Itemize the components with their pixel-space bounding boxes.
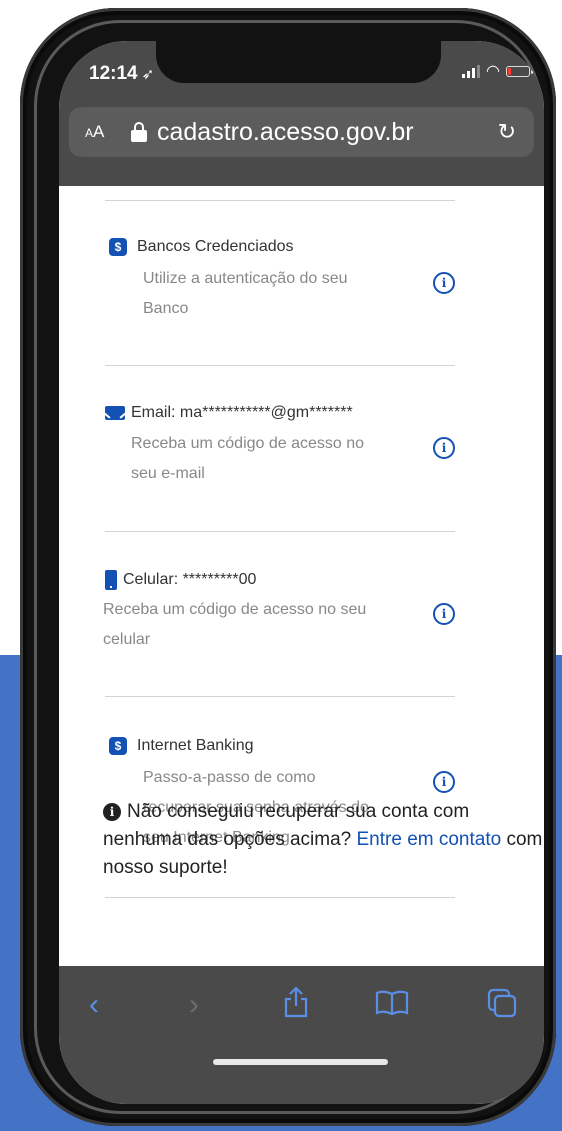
phone-icon — [105, 570, 117, 590]
battery-icon — [506, 66, 533, 77]
location-arrow-icon: ➶ — [141, 66, 155, 83]
tabs-icon[interactable] — [487, 988, 517, 1026]
option-celular[interactable]: Celular: *********00 — [105, 570, 256, 590]
signal-icon — [462, 65, 481, 78]
status-icons: ◠ — [462, 63, 533, 80]
status-time: 12:14 ➶ — [89, 63, 155, 84]
text-size-button[interactable]: AA — [85, 122, 131, 142]
option-email[interactable]: Email: ma***********@gm******* — [105, 404, 353, 422]
option-description: Receba um código de acesso no seu e-mail — [131, 435, 365, 482]
url-text[interactable]: cadastro.acesso.gov.br — [157, 118, 498, 147]
chevron-right-icon[interactable]: › — [189, 988, 199, 1022]
book-icon[interactable] — [375, 990, 409, 1024]
bank-icon: $ — [109, 737, 127, 755]
option-title: Bancos Credenciados — [137, 238, 294, 255]
home-indicator[interactable] — [213, 1059, 388, 1065]
bank-icon: $ — [109, 238, 127, 256]
option-internet-banking[interactable]: $ Internet Banking — [109, 737, 254, 755]
option-description: Utilize a autenticação do seu Banco — [143, 270, 348, 317]
wifi-icon: ◠ — [486, 63, 500, 80]
info-icon[interactable]: i — [433, 771, 455, 793]
divider — [105, 696, 455, 697]
divider — [105, 200, 455, 201]
info-icon[interactable]: i — [433, 437, 455, 459]
browser-top-bar: 12:14 ➶ ◠ AA cadastro.acesso.gov.br ↻ — [59, 41, 544, 186]
phone-screen: 12:14 ➶ ◠ AA cadastro.acesso.gov.br ↻ $ B… — [59, 41, 544, 1104]
info-dark-icon: i — [103, 803, 121, 821]
option-bancos-credenciados[interactable]: $ Bancos Credenciados — [109, 238, 294, 256]
help-message: i Não conseguiu recuperar sua conta com n… — [103, 801, 543, 878]
info-icon[interactable]: i — [433, 603, 455, 625]
notch — [156, 41, 441, 83]
info-icon[interactable]: i — [433, 272, 455, 294]
divider — [105, 365, 455, 366]
share-icon[interactable] — [283, 986, 309, 1026]
reload-icon[interactable]: ↻ — [498, 119, 516, 145]
option-title: Celular: *********00 — [123, 571, 257, 588]
option-title: Email: ma***********@gm******* — [131, 404, 353, 421]
address-bar[interactable]: AA cadastro.acesso.gov.br ↻ — [69, 107, 534, 157]
mail-icon — [105, 406, 125, 420]
option-description: Receba um código de acesso no seu celular — [103, 601, 367, 648]
contact-link[interactable]: Entre em contato — [357, 829, 502, 850]
lock-icon — [131, 122, 147, 142]
divider — [105, 531, 455, 532]
browser-toolbar: ‹ › — [59, 966, 544, 1104]
chevron-left-icon[interactable]: ‹ — [89, 988, 99, 1022]
option-title: Internet Banking — [137, 737, 254, 754]
divider — [105, 897, 455, 898]
